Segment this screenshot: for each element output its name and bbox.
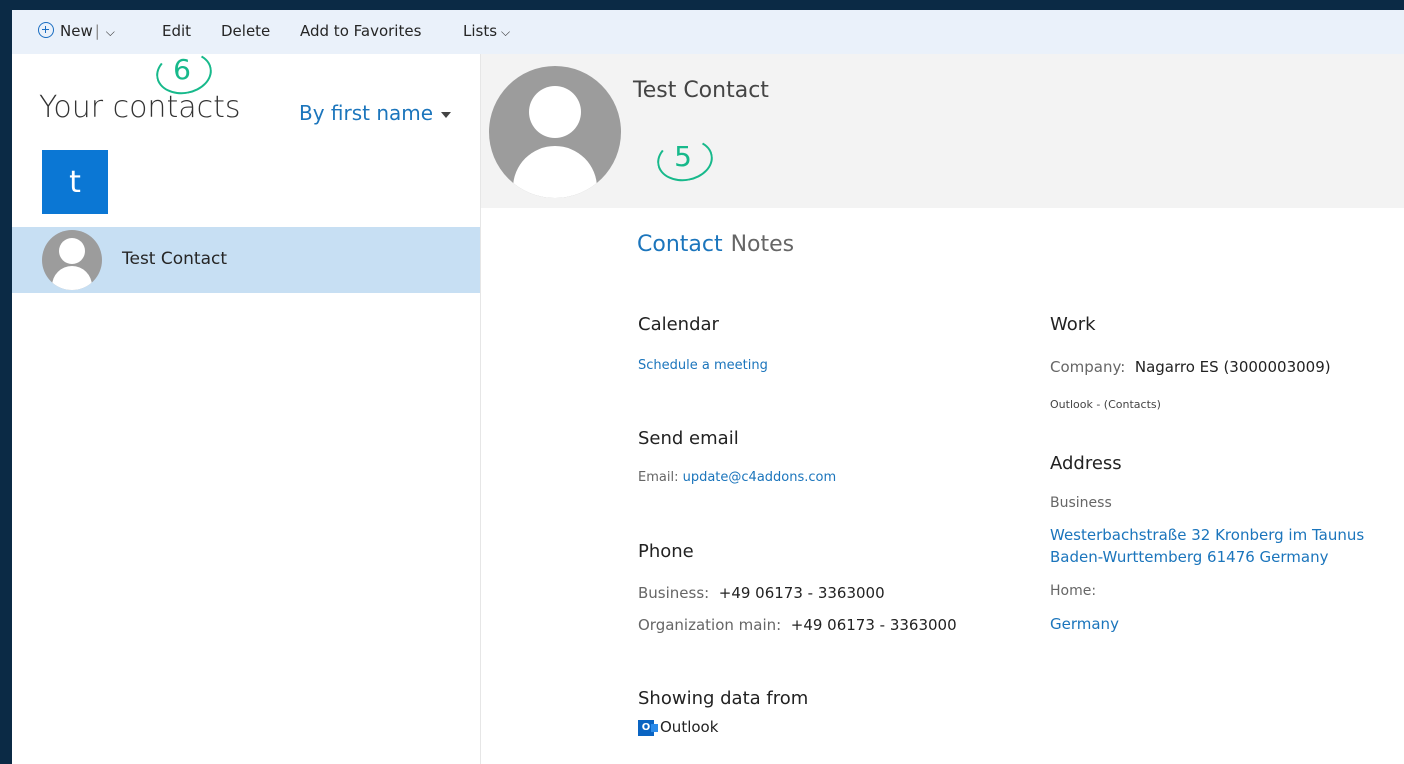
chevron-down-icon[interactable]: ⌵ [106, 25, 115, 39]
contact-name: Test Contact [633, 78, 769, 103]
schedule-meeting-link[interactable]: Schedule a meeting [638, 358, 768, 373]
calendar-heading: Calendar [638, 314, 719, 335]
contact-photo[interactable] [489, 66, 621, 198]
company-value: Nagarro ES (3000003009) [1134, 358, 1331, 376]
annotation-marker-5: 5 [653, 134, 717, 186]
contacts-title: Your contacts [39, 90, 241, 125]
contact-list-item-name: Test Contact [122, 249, 228, 269]
new-button[interactable]: New | ⌵ [60, 22, 115, 40]
company-label: Company: [1050, 358, 1126, 376]
data-source-name: Outlook [660, 718, 719, 736]
email-link[interactable]: update@c4addons.com [683, 470, 837, 485]
home-address-label: Home: [1050, 583, 1097, 599]
phone-heading: Phone [638, 541, 694, 562]
business-phone-row: Business: +49 06173 - 3363000 [638, 584, 885, 602]
annotation-marker-6: 6 [152, 47, 216, 99]
work-source-note: Outlook - (Contacts) [1050, 398, 1161, 411]
business-address-label: Business [1050, 495, 1112, 511]
group-letter-tile[interactable]: t [42, 150, 108, 214]
lists-menu[interactable]: Lists ⌵ [463, 22, 510, 40]
email-row: Email: update@c4addons.com [638, 470, 836, 485]
org-phone-label: Organization main: [638, 616, 782, 634]
contacts-list-pane: Your contacts By first name t Test Conta… [12, 54, 481, 764]
outlook-icon: O [638, 719, 658, 736]
business-address-link[interactable]: Westerbachstraße 32 Kronberg im Taunus B… [1050, 524, 1364, 568]
sort-label: By first name [299, 101, 434, 125]
caret-down-icon [441, 111, 452, 118]
home-address-link[interactable]: Germany [1050, 613, 1119, 635]
detail-tabs: Contact Notes [637, 232, 794, 257]
delete-button[interactable]: Delete [221, 22, 270, 40]
company-row: Company: Nagarro ES (3000003009) [1050, 358, 1331, 376]
data-source-item: O Outlook [638, 718, 718, 736]
data-source-heading: Showing data from [638, 688, 809, 709]
app-window: New | ⌵ Edit Delete Add to Favorites Lists… [12, 10, 1404, 764]
command-toolbar: New | ⌵ Edit Delete Add to Favorites Lists… [12, 10, 1404, 54]
lists-label: Lists [463, 22, 498, 40]
edit-button[interactable]: Edit [162, 22, 191, 40]
chevron-down-icon: ⌵ [501, 25, 511, 39]
contact-header: Test Contact [481, 54, 1404, 208]
tab-contact[interactable]: Contact [637, 232, 723, 257]
org-phone-row: Organization main: +49 06173 - 3363000 [638, 616, 957, 634]
sort-dropdown[interactable]: By first name [299, 101, 452, 125]
send-email-heading: Send email [638, 428, 739, 449]
plus-circle-icon[interactable] [38, 22, 54, 38]
work-heading: Work [1050, 314, 1096, 335]
org-phone-value: +49 06173 - 3363000 [790, 616, 957, 634]
avatar [42, 230, 102, 290]
address-line-2: Baden-Wurttemberg 61476 Germany [1050, 548, 1329, 566]
business-phone-value: +49 06173 - 3363000 [718, 584, 885, 602]
email-label: Email: [638, 470, 679, 485]
address-heading: Address [1050, 453, 1122, 474]
business-phone-label: Business: [638, 584, 710, 602]
add-to-favorites-button[interactable]: Add to Favorites [300, 22, 421, 40]
address-line-1: Westerbachstraße 32 Kronberg im Taunus [1050, 526, 1365, 544]
divider: | [94, 22, 100, 40]
new-label: New [60, 22, 93, 40]
tab-notes[interactable]: Notes [731, 232, 795, 257]
contact-list-item[interactable]: Test Contact [12, 227, 480, 293]
